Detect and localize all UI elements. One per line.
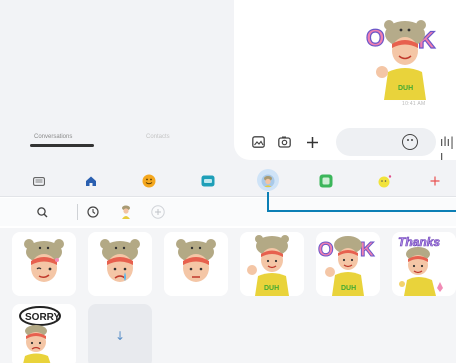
svg-text:SORRY: SORRY — [25, 312, 61, 323]
gif-icon[interactable] — [200, 173, 216, 189]
add-icon[interactable] — [427, 173, 443, 189]
toolbar-divider — [77, 204, 78, 220]
ar-emoji-icon[interactable] — [260, 173, 276, 189]
sticker-sorry[interactable]: SORRY — [12, 304, 76, 363]
sticker-ok[interactable]: O K DUH — [316, 232, 380, 296]
svg-text:Thanks: Thanks — [398, 235, 440, 249]
tab-underline — [30, 144, 94, 147]
message-input[interactable] — [336, 128, 436, 156]
tab-conversations[interactable]: Conversations — [34, 134, 72, 140]
svg-text:O: O — [366, 25, 385, 52]
home-icon[interactable] — [83, 173, 99, 189]
message-composer: ılı|ı — [248, 128, 456, 163]
svg-text:DUH: DUH — [398, 85, 413, 92]
svg-text:K: K — [360, 239, 375, 261]
keyboard-icon[interactable] — [31, 173, 47, 189]
sticker-wink[interactable] — [12, 232, 76, 296]
camera-icon[interactable] — [276, 134, 292, 150]
tab-contacts[interactable]: Contacts — [146, 134, 170, 140]
avatar-thumbnail-icon[interactable] — [118, 204, 134, 220]
sticker-toolbar — [0, 198, 456, 226]
download-icon: ↓ — [114, 329, 126, 343]
svg-text:DUH: DUH — [341, 285, 356, 292]
callout-line — [267, 192, 269, 212]
emoji-icon[interactable] — [141, 173, 157, 189]
voice-recorder-button[interactable]: ılı|ı — [440, 135, 456, 163]
tab-bar: Conversations Contacts — [0, 130, 234, 150]
sticker-hi[interactable]: DUH — [240, 232, 304, 296]
svg-text:O: O — [318, 239, 334, 261]
sticker-icon[interactable] — [318, 173, 334, 189]
sticker-grid: DUH O K DUH Thanks SORRY ↓ — [0, 228, 456, 363]
sticker-neutral[interactable] — [164, 232, 228, 296]
svg-text:DUH: DUH — [264, 285, 279, 292]
sticker-crying[interactable] — [88, 232, 152, 296]
attach-add-icon[interactable] — [304, 134, 320, 150]
message-timestamp: 10:41 AM — [402, 101, 426, 107]
callout-line — [267, 210, 456, 212]
add-avatar-icon[interactable] — [150, 204, 166, 220]
emoji-button[interactable] — [402, 134, 418, 150]
gallery-icon[interactable] — [250, 134, 266, 150]
search-icon[interactable] — [34, 204, 50, 220]
bitmoji-icon[interactable] — [377, 173, 393, 189]
sent-sticker: O K DUH — [365, 20, 437, 100]
recent-icon[interactable] — [85, 204, 101, 220]
sticker-thanks[interactable]: Thanks — [392, 232, 456, 296]
keyboard-category-bar — [0, 165, 456, 197]
download-more-stickers[interactable]: ↓ — [88, 304, 152, 363]
